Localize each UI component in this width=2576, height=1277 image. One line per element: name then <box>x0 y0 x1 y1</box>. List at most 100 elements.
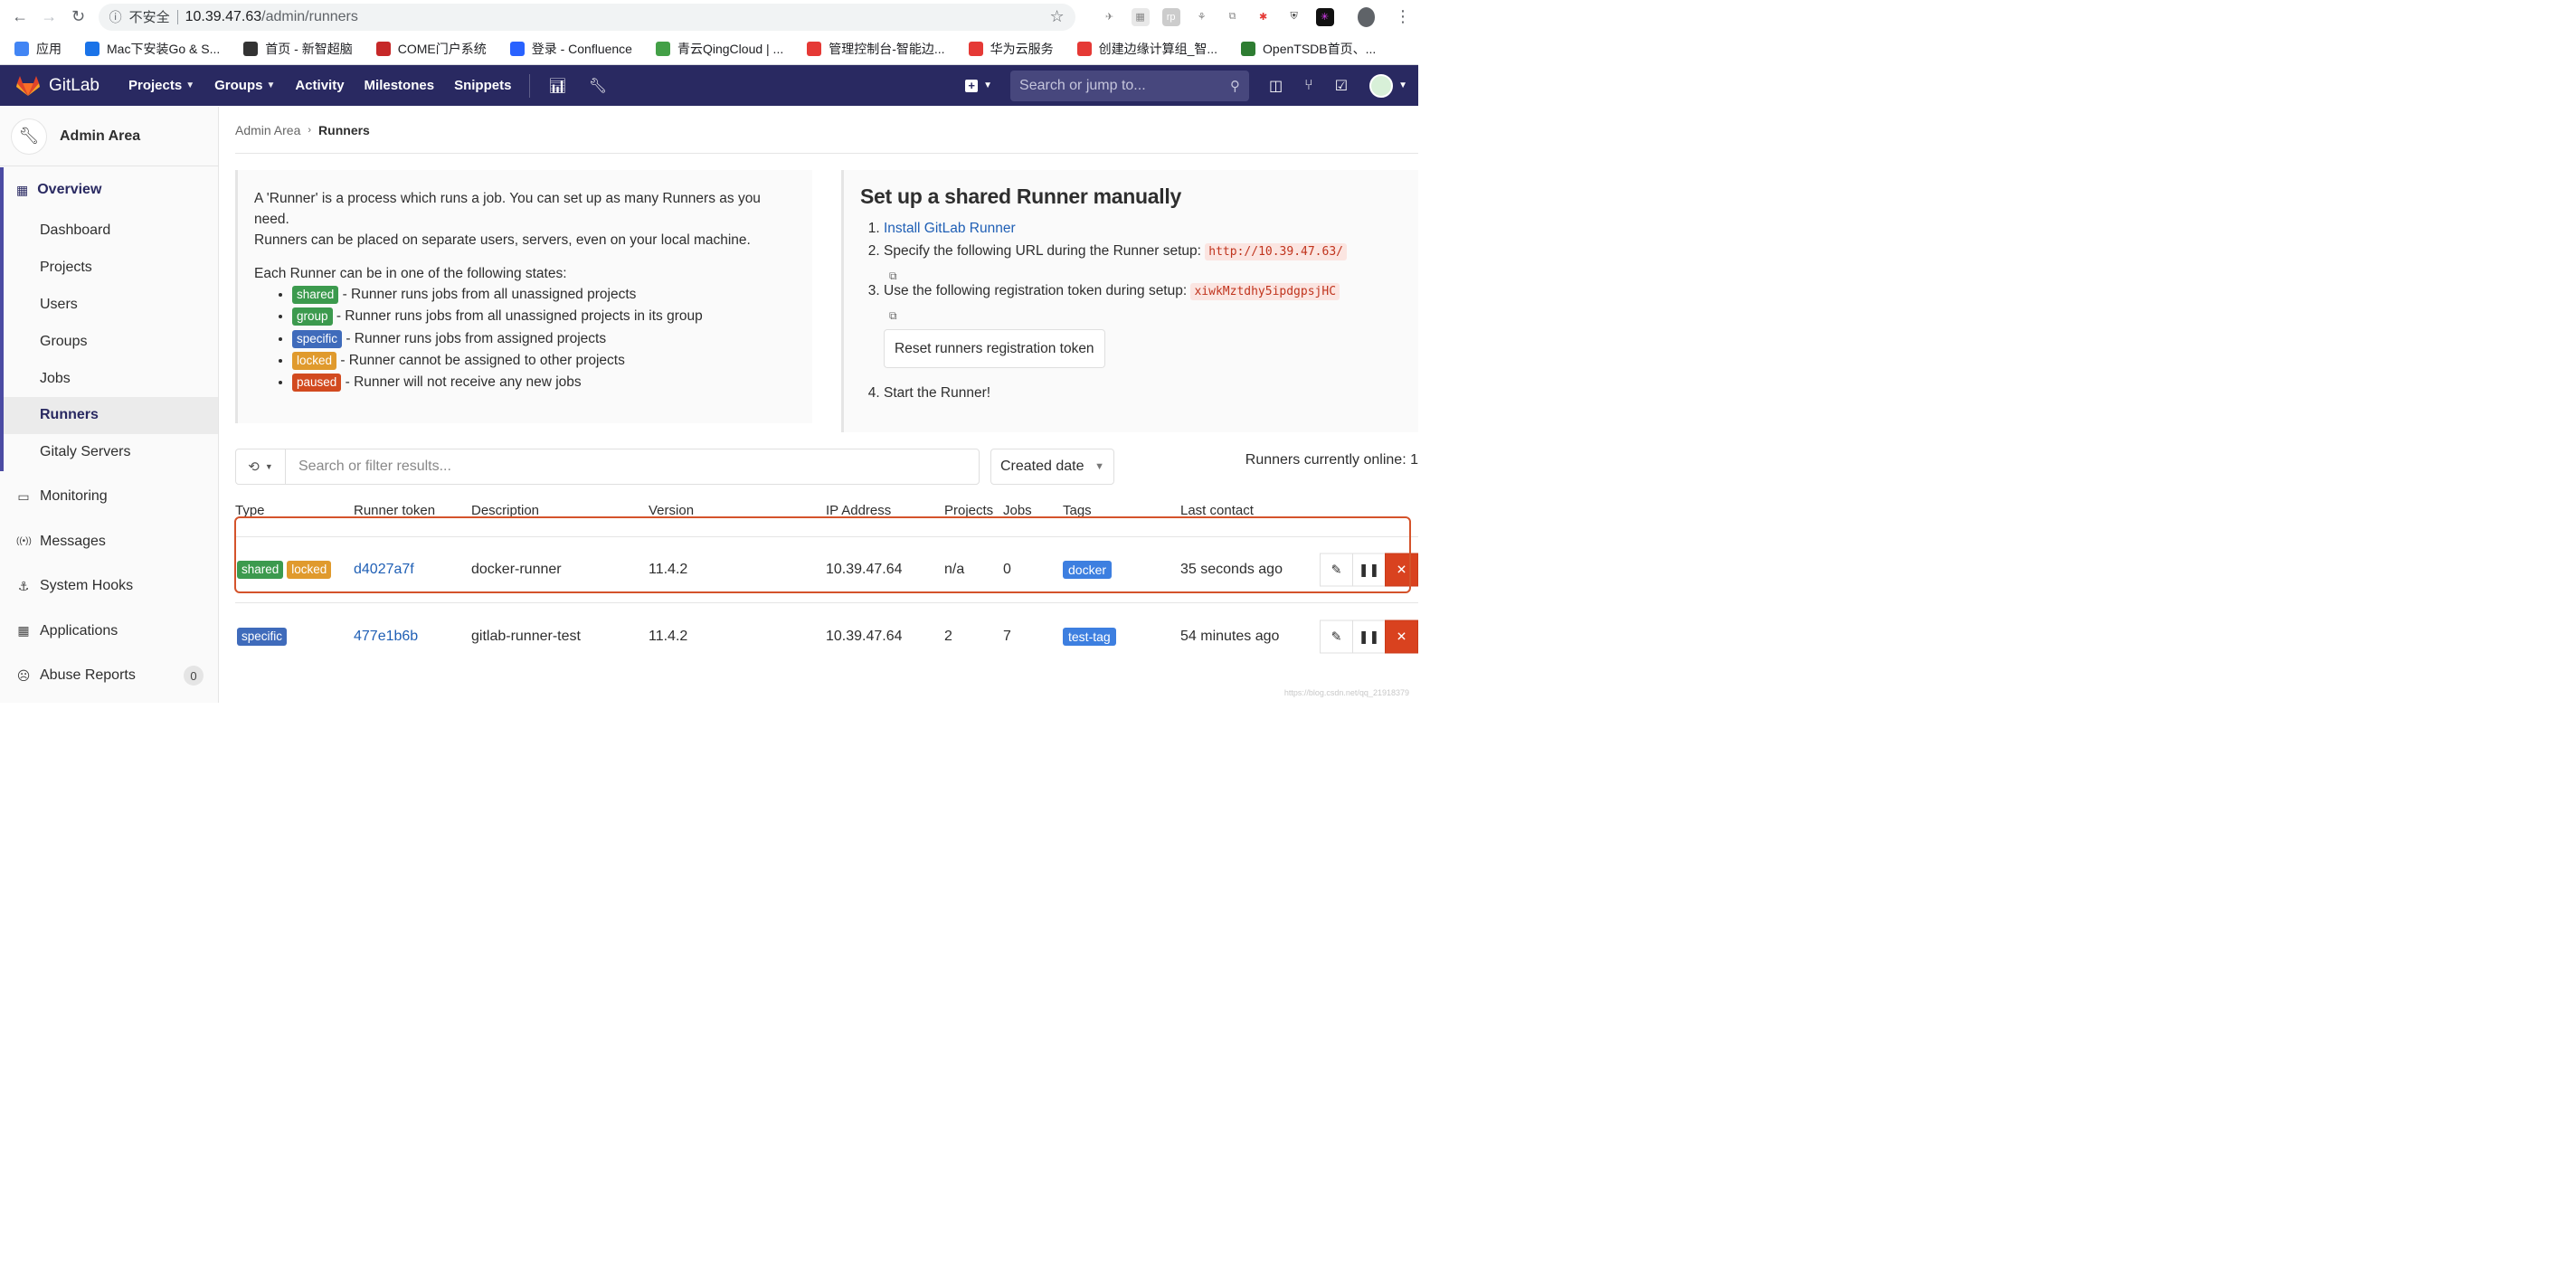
bookmark-label: Mac下安装Go & S... <box>107 42 221 56</box>
extension-grid-icon[interactable]: ▦ <box>1131 7 1150 26</box>
browser-menu-icon[interactable]: ⋮ <box>1395 7 1411 26</box>
reset-token-button[interactable]: Reset runners registration token <box>884 329 1105 368</box>
sort-dropdown[interactable]: Created date ▼ <box>990 449 1114 485</box>
runner-version: 11.4.2 <box>649 562 688 577</box>
merge-requests-icon[interactable]: ⑂ <box>1304 78 1313 94</box>
sidebar-item-applications[interactable]: ▦ Applications <box>0 609 218 654</box>
omnibox-divider <box>176 9 178 24</box>
sidebar-item-monitoring[interactable]: ▭ Monitoring <box>0 475 218 520</box>
runner-token-link[interactable]: d4027a7f <box>354 562 414 578</box>
sidebar-item-dashboard[interactable]: Dashboard <box>4 213 218 250</box>
chevron-down-icon: ▼ <box>264 462 273 471</box>
copy-token-icon[interactable]: ⧉ <box>889 306 902 322</box>
extension-tree-icon[interactable]: ⚘ <box>1193 8 1211 26</box>
info-icon[interactable]: ⓘ <box>109 8 122 26</box>
runner-token-link[interactable]: 477e1b6b <box>354 629 418 645</box>
extension-spark-icon[interactable]: ✳ <box>1315 7 1334 26</box>
bookmark-item[interactable]: Mac下安装Go & S... <box>85 40 220 58</box>
bookmark-item[interactable]: 华为云服务 <box>968 40 1054 58</box>
column-header: Last contact <box>1180 503 1254 518</box>
extension-rp-icon[interactable]: rp <box>1161 7 1180 26</box>
runner-type-badge: specific <box>237 628 288 646</box>
back-icon[interactable]: ← <box>7 3 33 32</box>
todos-icon[interactable]: ☑ <box>1335 77 1348 95</box>
global-search-input[interactable]: Search or jump to... ⚲ <box>1010 70 1250 101</box>
state-item: shared - Runner runs jobs from all unass… <box>292 284 794 306</box>
brand-name: GitLab <box>49 75 99 95</box>
pause-icon[interactable]: ❚❚ <box>1352 553 1386 587</box>
nav-projects[interactable]: Projects ▼ <box>128 78 194 93</box>
step3-text: Use the following registration token dur… <box>884 283 1191 298</box>
pause-icon[interactable]: ❚❚ <box>1352 620 1386 654</box>
edit-pencil-icon[interactable]: ✎ <box>1320 620 1353 654</box>
runner-projects: 2 <box>944 629 952 644</box>
extension-pinwheel-icon[interactable]: ✱ <box>1255 8 1273 26</box>
sidebar-item-jobs[interactable]: Jobs <box>4 360 218 397</box>
user-menu[interactable]: ▼ <box>1369 73 1407 98</box>
copy-url-icon[interactable]: ⧉ <box>889 266 902 282</box>
state-item: paused - Runner will not receive any new… <box>292 372 794 393</box>
bookmark-favicon-icon <box>509 42 525 56</box>
install-runner-link[interactable]: Install GitLab Runner <box>884 221 1016 236</box>
extension-bird-icon[interactable]: ✈ <box>1101 8 1119 26</box>
chart-icon[interactable]: 📊︎ <box>548 77 566 95</box>
tag-badge: docker <box>1063 561 1113 579</box>
state-item: group - Runner runs jobs from all unassi… <box>292 306 794 327</box>
bookmark-label: 应用 <box>36 42 62 56</box>
bookmark-item[interactable]: COME门户系统 <box>375 40 487 58</box>
nav-activity[interactable]: Activity <box>295 78 344 93</box>
sidebar-header[interactable]: 🔧︎ Admin Area <box>0 107 218 166</box>
bookmark-favicon-icon <box>807 42 822 56</box>
browser-toolbar: ← → ↻ ⓘ 不安全 10.39.47.63/admin/runners ☆ … <box>0 0 1418 33</box>
bookmark-item[interactable]: 首页 - 新智超脑 <box>243 40 353 58</box>
gitlab-logo[interactable]: GitLab <box>0 75 118 97</box>
remove-close-icon[interactable]: ✕ <box>1385 620 1418 654</box>
sidebar-item-abuse-reports[interactable]: ☹ Abuse Reports 0 <box>0 654 218 699</box>
sidebar-item-gitaly-servers[interactable]: Gitaly Servers <box>4 434 218 471</box>
wrench-icon[interactable]: 🔧︎ <box>589 77 607 95</box>
sidebar-item-users[interactable]: Users <box>4 287 218 324</box>
bookmark-item[interactable]: 管理控制台-智能边... <box>807 40 945 58</box>
bookmark-star-icon[interactable]: ☆ <box>1049 7 1064 26</box>
issues-icon[interactable]: ◫ <box>1269 77 1283 95</box>
edit-pencil-icon[interactable]: ✎ <box>1320 553 1353 587</box>
chevron-down-icon: ▼ <box>185 80 195 90</box>
bookmark-item[interactable]: 登录 - Confluence <box>509 40 632 58</box>
address-bar[interactable]: ⓘ 不安全 10.39.47.63/admin/runners ☆ <box>98 3 1075 31</box>
bookmark-item[interactable]: 青云QingCloud | ... <box>655 40 783 58</box>
extension-shield-icon[interactable]: ⛨ <box>1285 8 1303 26</box>
breadcrumb-current[interactable]: Runners <box>318 123 370 137</box>
bookmark-item[interactable]: 应用 <box>14 40 62 58</box>
profile-icon[interactable] <box>1357 6 1375 27</box>
new-dropdown[interactable]: + ▼ <box>965 79 992 92</box>
sidebar-item-overview[interactable]: ▦ Overview <box>4 167 218 213</box>
bookmark-item[interactable]: 创建边缘计算组_智... <box>1076 40 1217 58</box>
grid-icon: ▦ <box>17 623 30 638</box>
column-header: Type <box>235 503 265 518</box>
nav-groups[interactable]: Groups ▼ <box>214 78 275 93</box>
column-header: Jobs <box>1003 503 1032 518</box>
nav-milestones[interactable]: Milestones <box>365 78 435 93</box>
url-host: 10.39.47.63 <box>185 8 262 24</box>
remove-close-icon[interactable]: ✕ <box>1385 553 1418 587</box>
row-actions: ✎ ❚❚ ✕ <box>1320 620 1418 654</box>
sidebar-item-groups[interactable]: Groups <box>4 323 218 360</box>
coordinator-url: http://10.39.47.63/ <box>1205 243 1347 260</box>
filter-search-input[interactable]: Search or filter results... <box>285 449 980 485</box>
recent-searches-button[interactable]: ⟲ ▼ <box>235 449 286 485</box>
nav-label: Milestones <box>364 78 435 93</box>
extension-frame-icon[interactable]: ⧉ <box>1224 8 1242 26</box>
breadcrumb-root[interactable]: Admin Area <box>235 123 300 137</box>
column-header: IP Address <box>826 503 892 518</box>
forward-icon[interactable]: → <box>36 3 62 32</box>
bookmark-favicon-icon <box>243 42 259 56</box>
bookmark-item[interactable]: OpenTSDB首页、... <box>1241 40 1376 58</box>
runner-type-badges: specific <box>237 628 288 646</box>
sidebar-item-runners[interactable]: Runners <box>4 396 218 434</box>
setup-step-2: Specify the following URL during the Run… <box>884 241 1402 282</box>
reload-icon[interactable]: ↻ <box>65 3 90 32</box>
nav-snippets[interactable]: Snippets <box>454 78 511 93</box>
sidebar-item-messages[interactable]: ((•)) Messages <box>0 519 218 564</box>
sidebar-item-projects[interactable]: Projects <box>4 250 218 287</box>
sidebar-item-system-hooks[interactable]: ⚓ System Hooks <box>0 564 218 610</box>
